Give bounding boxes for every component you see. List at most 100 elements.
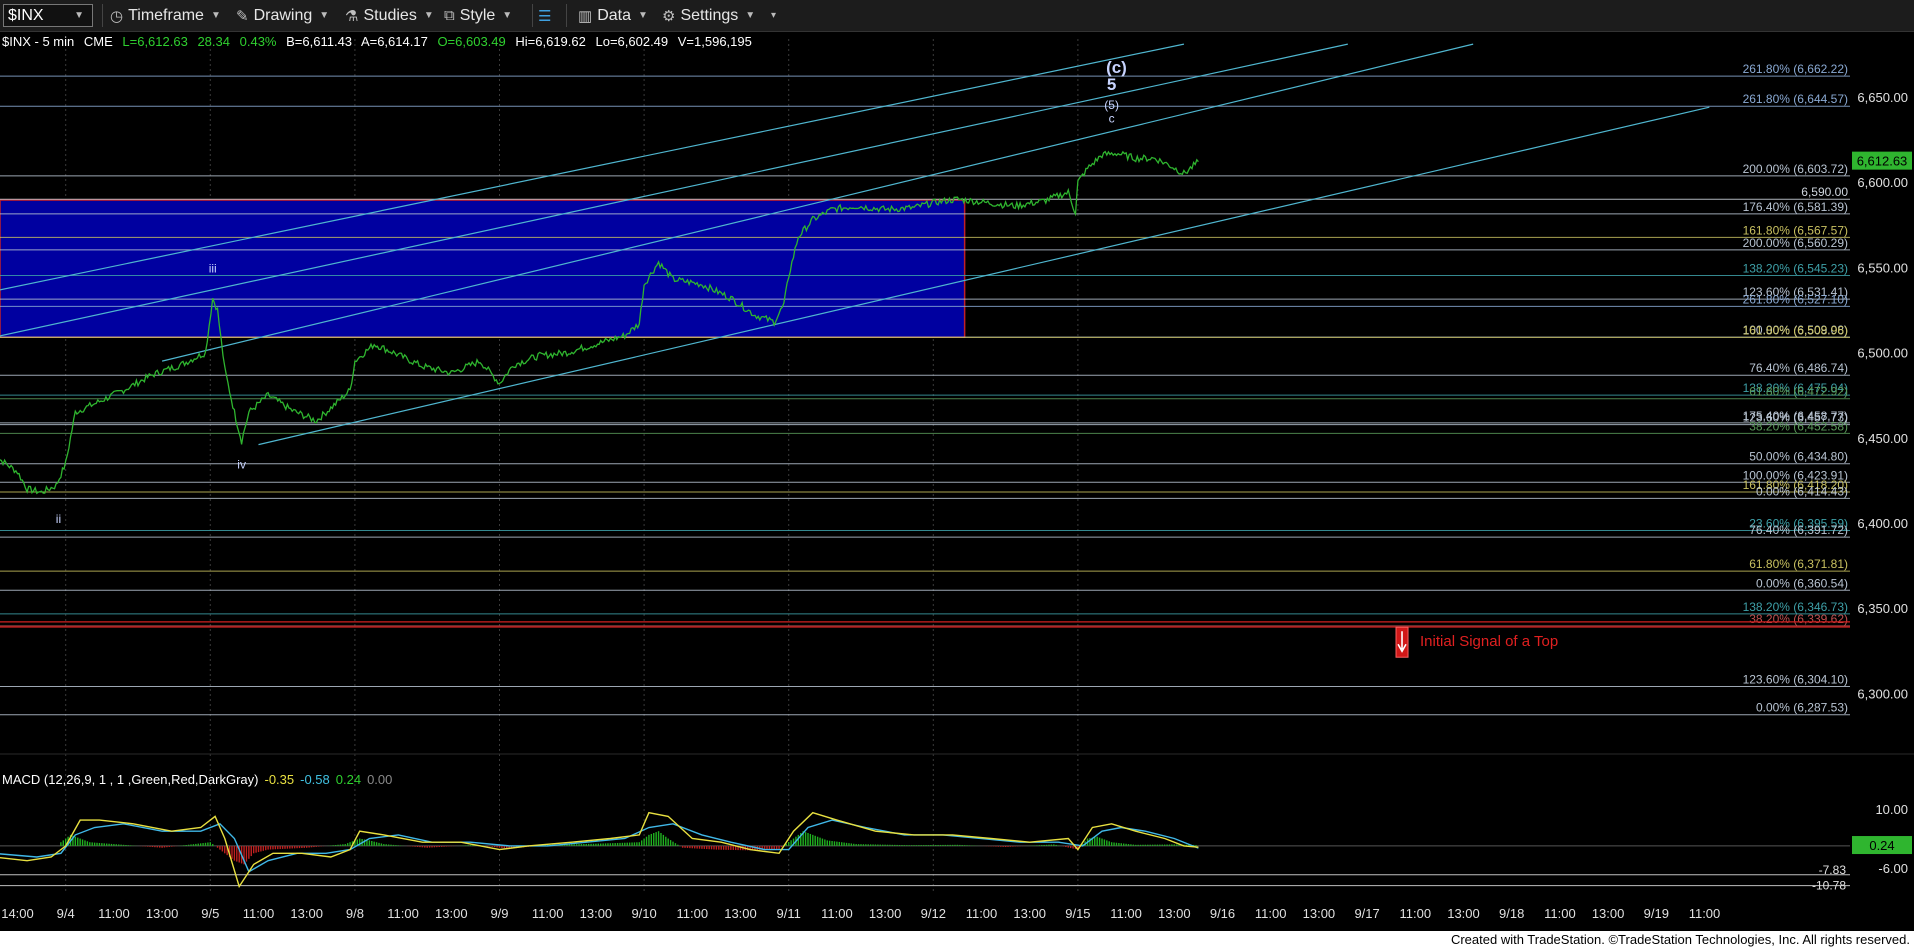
- target-zone: [0, 199, 966, 339]
- wave-label: c: [1109, 112, 1115, 126]
- time-tick-label: 11:00: [821, 906, 853, 921]
- header-symbol: $INX - 5 min: [2, 34, 74, 49]
- price-chart[interactable]: 261.80% (6,662.22) 261.80% (6,644.57) 200.…: [0, 31, 1914, 931]
- time-tick-label: 9/18: [1499, 906, 1524, 921]
- fib-level-label: 76.40% (6,486.74): [1749, 361, 1848, 375]
- fib-level-label: 261.80% (6,662.22): [1743, 62, 1848, 76]
- drawing-button[interactable]: ✎ Drawing ▼: [236, 0, 329, 31]
- macd-value: -0.35: [264, 772, 294, 787]
- time-tick-label: 9/11: [777, 906, 801, 921]
- layout-button[interactable]: ☰: [538, 0, 556, 31]
- wave-label: iii: [209, 261, 217, 275]
- time-tick-label: 11:00: [1544, 906, 1576, 921]
- macd-ref-label: -10.78: [1812, 879, 1846, 893]
- price-tick-label: 6,400.00: [1857, 516, 1908, 531]
- fib-level-label: 0.00% (6,287.53): [1756, 701, 1848, 715]
- footer: Created with TradeStation. ©TradeStation…: [0, 931, 1914, 948]
- chevron-down-icon: ▼: [319, 10, 330, 21]
- time-tick-label: 11:00: [98, 906, 130, 921]
- pencil-icon: ✎: [236, 7, 249, 25]
- fib-level-label: 50.00% (6,434.80): [1749, 450, 1848, 464]
- header-pct: 0.43%: [240, 34, 277, 49]
- time-tick-label: 9/16: [1210, 906, 1235, 921]
- time-tick-label: 9/8: [346, 906, 364, 921]
- price-tick-label: 6,600.00: [1857, 175, 1908, 190]
- macd-last-label: 0.24: [1869, 838, 1894, 853]
- layout-icon: ☰: [538, 7, 552, 25]
- fib-level-label: 0.00% (6,414.43): [1756, 484, 1848, 498]
- fib-level-label: 261.80% (6,644.57): [1743, 92, 1848, 106]
- fib-level-label: 138.20% (6,545.23): [1743, 262, 1848, 276]
- copyright-text: Created with TradeStation. ©TradeStation…: [1450, 932, 1910, 947]
- fib-level-label: 200.00% (6,603.72): [1743, 162, 1848, 176]
- time-tick-label: 13:00: [869, 906, 902, 921]
- toolbar-divider: [102, 4, 103, 27]
- drawing-label: Drawing: [253, 6, 313, 24]
- chevron-down-icon: ▼: [637, 10, 648, 21]
- macd-signal-value: -0.58: [300, 772, 330, 787]
- data-label: Data: [597, 6, 631, 24]
- fib-level-label: 76.40% (6,391.72): [1749, 523, 1848, 537]
- fib-level-label: 261.80% (6,527.10): [1743, 292, 1848, 306]
- macd-panel: MACD (12,26,9, 1 , 1 ,Green,Red,DarkGray…: [0, 772, 1912, 893]
- price-axis[interactable]: 6,300.00 6,350.00 6,400.00 6,450.00 6,500.00…: [1852, 90, 1912, 702]
- timeframe-button[interactable]: ◷ Timeframe ▼: [110, 0, 221, 31]
- toolbar-divider: [532, 4, 533, 27]
- chevron-down-icon[interactable]: ▼: [74, 10, 84, 21]
- chevron-down-icon: ▼: [210, 10, 221, 21]
- header-change: 28.34: [197, 34, 230, 49]
- signal-label: Initial Signal of a Top: [1420, 633, 1558, 650]
- time-tick-label: 13:00: [1303, 906, 1336, 921]
- fibonacci-levels: 261.80% (6,662.22) 261.80% (6,644.57) 200.…: [0, 62, 1850, 716]
- target-zone-box: [0, 199, 966, 339]
- time-tick-label: 13:00: [435, 906, 468, 921]
- wave-label: 5: [1107, 75, 1116, 94]
- time-tick-label: 11:00: [677, 906, 709, 921]
- header-ask: A=6,614.17: [361, 34, 428, 49]
- time-tick-label: 9/15: [1065, 906, 1090, 921]
- macd-header: MACD (12,26,9, 1 , 1 ,Green,Red,DarkGray…: [2, 772, 392, 787]
- header-open: O=6,603.49: [437, 34, 505, 49]
- settings-button[interactable]: ⚙ Settings ▼: [662, 0, 755, 31]
- time-tick-label: 9/5: [201, 906, 219, 921]
- data-button[interactable]: ▥ Data ▼: [578, 0, 648, 31]
- time-tick-label: 14:00: [1, 906, 34, 921]
- macd-tick-label: -6.00: [1878, 861, 1908, 876]
- last-price-label: 6,612.63: [1857, 154, 1908, 169]
- macd-tick-label: 10.00: [1875, 802, 1908, 817]
- symbol-value: $INX: [8, 6, 44, 24]
- header-readout: $INX - 5 min CME L=6,612.63 28.34 0.43% …: [2, 34, 752, 49]
- symbol-input[interactable]: $INX ▼: [3, 4, 93, 27]
- header-exchange: CME: [84, 34, 113, 49]
- style-label: Style: [459, 6, 496, 24]
- fib-level-label: 61.80% (6,371.81): [1749, 557, 1848, 571]
- style-button[interactable]: ⧉ Style ▼: [444, 0, 512, 31]
- time-tick-label: 9/17: [1354, 906, 1379, 921]
- fib-level-label: 0.00% (6,360.54): [1756, 576, 1848, 590]
- time-tick-label: 11:00: [1255, 906, 1287, 921]
- chevron-down-icon: ▼: [502, 10, 513, 21]
- more-menu-button[interactable]: ▾: [764, 0, 776, 31]
- time-tick-label: 9/10: [631, 906, 656, 921]
- price-tick-label: 6,450.00: [1857, 431, 1908, 446]
- time-tick-label: 13:00: [1158, 906, 1191, 921]
- time-tick-label: 11:00: [243, 906, 275, 921]
- wave-label: iv: [237, 457, 246, 471]
- time-tick-label: 11:00: [1110, 906, 1142, 921]
- chevron-down-icon: ▼: [423, 10, 434, 21]
- toolbar-divider: [566, 4, 567, 27]
- gear-icon: ⚙: [662, 7, 676, 25]
- macd-histogram-value: 0.24: [336, 772, 361, 787]
- header-low: Lo=6,602.49: [595, 34, 668, 49]
- macd-title: MACD (12,26,9, 1 , 1 ,Green,Red,DarkGray…: [2, 772, 258, 787]
- day-separator-grid: [0, 39, 1914, 892]
- header-high: Hi=6,619.62: [515, 34, 585, 49]
- studies-button[interactable]: ⚗ Studies ▼: [345, 0, 434, 31]
- time-axis[interactable]: 14:00 9/4 11:00 13:00 9/5 11:00 13:00 9/8 11:00 1…: [1, 906, 1720, 921]
- clock-icon: ◷: [110, 7, 124, 25]
- wave-label: ii: [56, 512, 61, 526]
- timeframe-label: Timeframe: [128, 6, 204, 24]
- price-tick-label: 6,350.00: [1857, 601, 1908, 616]
- fib-level-label: 61.80% (6,472.92): [1749, 385, 1848, 399]
- header-volume: V=1,596,195: [678, 34, 752, 49]
